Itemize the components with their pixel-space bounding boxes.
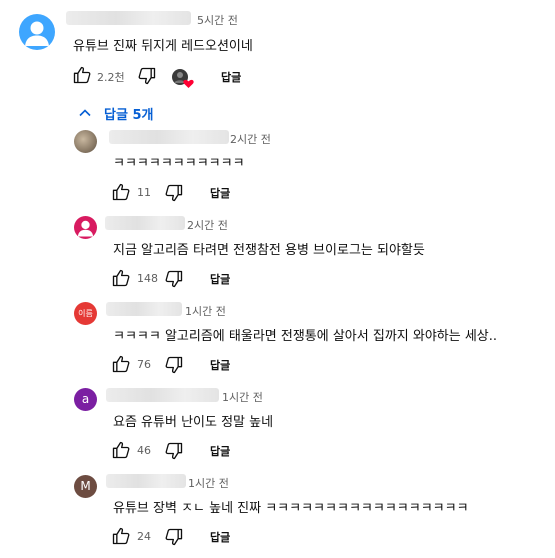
comment-time: 5시간 전 (197, 14, 238, 27)
thumbs-down-icon (165, 356, 183, 374)
creator-heart-badge (171, 67, 195, 89)
like-button[interactable] (72, 65, 92, 85)
author-name-redacted (106, 388, 219, 402)
avatar[interactable]: M (74, 475, 97, 498)
like-count: 11 (137, 186, 151, 199)
reply-button[interactable]: 답글 (210, 185, 230, 201)
author-name-redacted (105, 216, 185, 230)
reply-button[interactable]: 답글 (210, 529, 230, 545)
thumbs-down-icon (165, 184, 183, 202)
like-button[interactable] (111, 526, 131, 546)
reply-button[interactable]: 답글 (210, 357, 230, 373)
avatar-text: a (81, 392, 90, 406)
user-silhouette-icon (25, 21, 49, 46)
replies-toggle[interactable]: 답글 5개 (78, 104, 178, 123)
dislike-button[interactable] (164, 355, 184, 375)
reply-button[interactable]: 답글 (210, 443, 230, 459)
like-count: 148 (137, 272, 158, 285)
thumbs-up-icon (112, 441, 130, 459)
reply-button[interactable]: 답글 (210, 271, 230, 287)
dislike-button[interactable] (164, 183, 184, 203)
comment-text: 유튜브 진짜 뒤지게 레드오션이네 (73, 39, 253, 54)
like-count: 76 (137, 358, 151, 371)
thumbs-up-icon (112, 183, 130, 201)
dislike-button[interactable] (164, 441, 184, 461)
reply-button[interactable]: 답글 (221, 69, 241, 85)
comment-text: 지금 알고리즘 타려면 전쟁참전 용병 브이로그는 되야할듯 (113, 243, 425, 258)
comment-time: 1시간 전 (222, 391, 263, 404)
comment-text: ㅋㅋㅋㅋㅋㅋㅋㅋㅋㅋㅋ (113, 156, 245, 171)
thumbs-down-icon (165, 528, 183, 546)
author-name-redacted (106, 474, 186, 488)
like-button[interactable] (111, 354, 131, 374)
avatar-text: 이름 (78, 309, 93, 318)
like-button[interactable] (111, 440, 131, 460)
avatar[interactable]: a (74, 388, 97, 411)
avatar[interactable] (74, 130, 97, 153)
like-count: 2.2천 (97, 71, 125, 84)
creator-heart-icon (172, 69, 194, 88)
author-name-redacted (66, 11, 191, 25)
comment-text: ㅋㅋㅋㅋ 알고리즘에 태울라면 전쟁통에 살아서 집까지 와야하는 세상.. (113, 329, 498, 344)
like-count: 24 (137, 530, 151, 543)
chevron-up-icon (79, 109, 91, 117)
thumbs-up-icon (112, 527, 130, 545)
thumbs-up-icon (112, 355, 130, 373)
avatar[interactable] (74, 216, 97, 239)
avatar[interactable] (19, 14, 55, 50)
thumbs-down-icon (138, 67, 156, 85)
author-name-redacted (106, 302, 182, 316)
thumbs-up-icon (112, 269, 130, 287)
like-button[interactable] (111, 182, 131, 202)
comment-time: 1시간 전 (188, 477, 229, 490)
comment-text: 요즘 유튜버 난이도 정말 높네 (113, 415, 274, 430)
avatar[interactable]: 이름 (74, 302, 97, 325)
thumbs-up-icon (73, 66, 91, 84)
dislike-button[interactable] (164, 269, 184, 289)
thumbs-down-icon (165, 442, 183, 460)
comment-time: 2시간 전 (230, 133, 271, 146)
author-name-redacted (109, 130, 229, 144)
like-count: 46 (137, 444, 151, 457)
user-silhouette-icon (77, 220, 94, 237)
like-button[interactable] (111, 268, 131, 288)
replies-toggle-label: 답글 5개 (104, 108, 154, 123)
comment-time: 2시간 전 (187, 219, 228, 232)
comment-time: 1시간 전 (185, 305, 226, 318)
comment-text: 유튜브 장벽 ㅈㄴ 높네 진짜 ㅋㅋㅋㅋㅋㅋㅋㅋㅋㅋㅋㅋㅋㅋㅋㅋㅋ (113, 501, 469, 516)
avatar-text: M (80, 479, 91, 493)
dislike-button[interactable] (137, 66, 157, 86)
dislike-button[interactable] (164, 527, 184, 547)
thumbs-down-icon (165, 270, 183, 288)
